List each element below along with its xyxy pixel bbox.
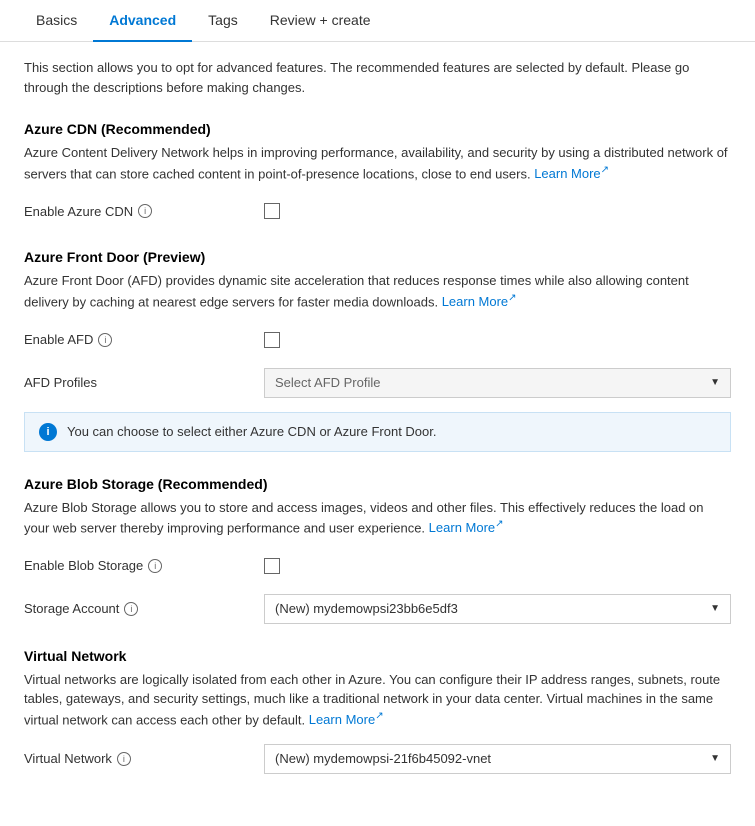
afd-profiles-label: AFD Profiles bbox=[24, 375, 264, 390]
tabs-nav: Basics Advanced Tags Review + create bbox=[0, 0, 755, 42]
section-cdn: Azure CDN (Recommended) Azure Content De… bbox=[24, 121, 731, 225]
section-vnet: Virtual Network Virtual networks are log… bbox=[24, 648, 731, 774]
vnet-external-link-icon: ↗ bbox=[375, 711, 383, 722]
cdn-checkbox-container bbox=[264, 203, 731, 219]
vnet-title: Virtual Network bbox=[24, 648, 731, 664]
blob-storage-dropdown[interactable]: (New) mydemowpsi23bb6e5df3 ▼ bbox=[264, 594, 731, 624]
blob-title: Azure Blob Storage (Recommended) bbox=[24, 476, 731, 492]
main-content: This section allows you to opt for advan… bbox=[0, 58, 755, 822]
cdn-enable-checkbox[interactable] bbox=[264, 203, 280, 219]
vnet-arrow-icon: ▼ bbox=[710, 753, 720, 764]
afd-profiles-control: Select AFD Profile ▼ bbox=[264, 368, 731, 398]
afd-enable-row: Enable AFD i bbox=[24, 326, 731, 354]
blob-enable-label: Enable Blob Storage i bbox=[24, 558, 264, 573]
vnet-info-icon[interactable]: i bbox=[117, 752, 131, 766]
cdn-description: Azure Content Delivery Network helps in … bbox=[24, 143, 731, 183]
afd-title: Azure Front Door (Preview) bbox=[24, 249, 731, 265]
section-afd: Azure Front Door (Preview) Azure Front D… bbox=[24, 249, 731, 451]
tab-tags[interactable]: Tags bbox=[192, 0, 254, 42]
blob-storage-info-icon[interactable]: i bbox=[124, 602, 138, 616]
cdn-enable-label: Enable Azure CDN i bbox=[24, 204, 264, 219]
afd-enable-label: Enable AFD i bbox=[24, 332, 264, 347]
cdn-enable-control bbox=[264, 203, 731, 219]
afd-profiles-row: AFD Profiles Select AFD Profile ▼ bbox=[24, 368, 731, 398]
blob-checkbox-container bbox=[264, 558, 731, 574]
afd-learn-more-link[interactable]: Learn More↗ bbox=[442, 294, 517, 309]
blob-storage-control: (New) mydemowpsi23bb6e5df3 ▼ bbox=[264, 594, 731, 624]
cdn-enable-row: Enable Azure CDN i bbox=[24, 197, 731, 225]
vnet-control: (New) mydemowpsi-21f6b45092-vnet ▼ bbox=[264, 744, 731, 774]
blob-description: Azure Blob Storage allows you to store a… bbox=[24, 498, 731, 538]
afd-enable-control bbox=[264, 332, 731, 348]
afd-checkbox-container bbox=[264, 332, 731, 348]
cdn-learn-more-link[interactable]: Learn More↗ bbox=[534, 166, 609, 181]
vnet-value: (New) mydemowpsi-21f6b45092-vnet bbox=[275, 751, 702, 766]
afd-external-link-icon: ↗ bbox=[508, 293, 516, 304]
section-blob: Azure Blob Storage (Recommended) Azure B… bbox=[24, 476, 731, 624]
blob-external-link-icon: ↗ bbox=[495, 519, 503, 530]
tab-basics[interactable]: Basics bbox=[20, 0, 93, 42]
cdn-external-link-icon: ↗ bbox=[601, 165, 609, 176]
vnet-learn-more-link[interactable]: Learn More↗ bbox=[309, 712, 384, 727]
blob-enable-info-icon[interactable]: i bbox=[148, 559, 162, 573]
vnet-row: Virtual Network i (New) mydemowpsi-21f6b… bbox=[24, 744, 731, 774]
vnet-description: Virtual networks are logically isolated … bbox=[24, 670, 731, 730]
info-banner-text: You can choose to select either Azure CD… bbox=[67, 424, 437, 439]
afd-enable-info-icon[interactable]: i bbox=[98, 333, 112, 347]
vnet-dropdown[interactable]: (New) mydemowpsi-21f6b45092-vnet ▼ bbox=[264, 744, 731, 774]
intro-text: This section allows you to opt for advan… bbox=[24, 58, 731, 97]
vnet-label: Virtual Network i bbox=[24, 751, 264, 766]
blob-storage-label: Storage Account i bbox=[24, 601, 264, 616]
blob-enable-control bbox=[264, 558, 731, 574]
blob-learn-more-link[interactable]: Learn More↗ bbox=[429, 520, 504, 535]
afd-description: Azure Front Door (AFD) provides dynamic … bbox=[24, 271, 731, 311]
afd-profiles-arrow-icon: ▼ bbox=[710, 377, 720, 388]
cdn-enable-info-icon[interactable]: i bbox=[138, 204, 152, 218]
blob-storage-row: Storage Account i (New) mydemowpsi23bb6e… bbox=[24, 594, 731, 624]
afd-enable-checkbox[interactable] bbox=[264, 332, 280, 348]
blob-enable-row: Enable Blob Storage i bbox=[24, 552, 731, 580]
blob-storage-value: (New) mydemowpsi23bb6e5df3 bbox=[275, 601, 702, 616]
blob-enable-checkbox[interactable] bbox=[264, 558, 280, 574]
cdn-afd-info-banner: i You can choose to select either Azure … bbox=[24, 412, 731, 452]
afd-profiles-dropdown[interactable]: Select AFD Profile ▼ bbox=[264, 368, 731, 398]
afd-profiles-placeholder: Select AFD Profile bbox=[275, 375, 702, 390]
tab-review-create[interactable]: Review + create bbox=[254, 0, 387, 42]
tab-advanced[interactable]: Advanced bbox=[93, 0, 192, 42]
info-banner-icon: i bbox=[39, 423, 57, 441]
cdn-title: Azure CDN (Recommended) bbox=[24, 121, 731, 137]
blob-storage-arrow-icon: ▼ bbox=[710, 603, 720, 614]
